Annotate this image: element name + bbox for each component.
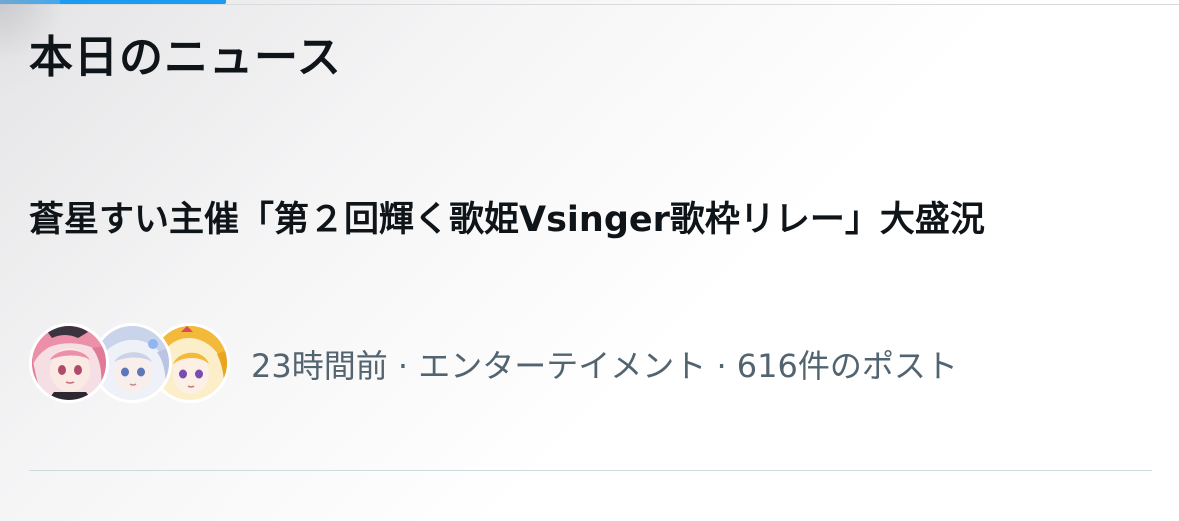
news-meta-row: 23時間前 · エンターテイメント · 616件のポスト: [29, 321, 958, 411]
news-meta: 23時間前 · エンターテイメント · 616件のポスト: [251, 346, 958, 386]
avatar-group: [29, 321, 230, 411]
post-count: 616件のポスト: [736, 347, 958, 385]
section-title: 本日のニュース: [29, 32, 342, 83]
avatar: [29, 323, 109, 403]
news-headline[interactable]: 蒼星すい主催「第２回輝く歌姫Vsinger歌枠リレー」大盛況: [29, 196, 1099, 244]
news-time: 23時間前: [251, 347, 388, 385]
divider: [29, 470, 1152, 471]
news-item[interactable]: 蒼星すい主催「第２回輝く歌姫Vsinger歌枠リレー」大盛況 23時間前 · エ…: [0, 180, 1179, 472]
news-category: エンターテイメント: [418, 347, 707, 385]
meta-separator: ·: [387, 347, 419, 385]
meta-separator: ·: [706, 347, 737, 385]
